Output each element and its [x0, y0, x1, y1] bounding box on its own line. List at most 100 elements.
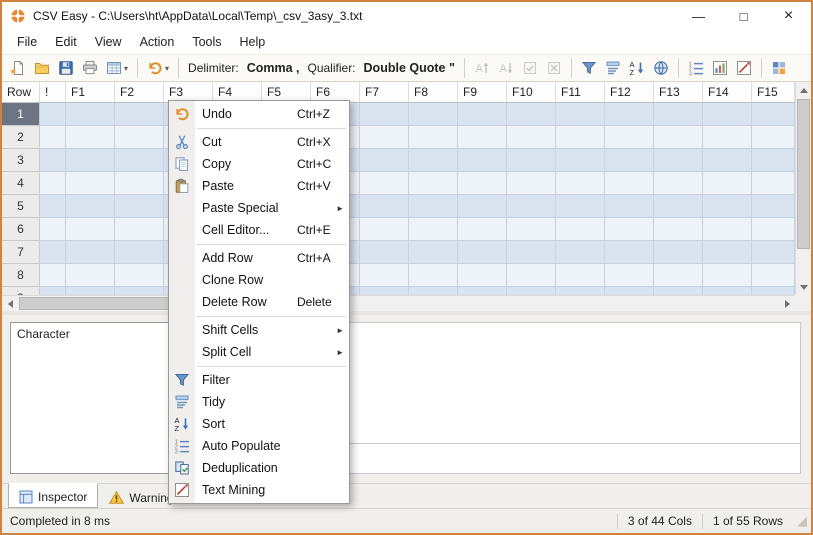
chart-button[interactable] — [709, 58, 731, 78]
translate-button[interactable] — [650, 58, 672, 78]
new-file-button[interactable] — [7, 58, 29, 78]
cell[interactable] — [360, 172, 409, 195]
row-header-5[interactable]: 5 — [2, 195, 40, 218]
cell[interactable] — [654, 264, 703, 287]
cell[interactable] — [752, 218, 795, 241]
cell[interactable] — [66, 126, 115, 149]
cell[interactable] — [115, 149, 164, 172]
cell[interactable] — [703, 218, 752, 241]
cell[interactable] — [360, 126, 409, 149]
context-cell-editor[interactable]: Cell Editor...Ctrl+E — [169, 219, 349, 241]
cell[interactable] — [507, 218, 556, 241]
cell[interactable] — [556, 218, 605, 241]
maximize-button[interactable]: □ — [721, 2, 766, 30]
cell[interactable] — [409, 241, 458, 264]
cell[interactable] — [752, 195, 795, 218]
row-header-6[interactable]: 6 — [2, 218, 40, 241]
cell[interactable] — [556, 103, 605, 126]
cell[interactable] — [703, 172, 752, 195]
cell[interactable] — [752, 126, 795, 149]
context-copy[interactable]: CopyCtrl+C — [169, 153, 349, 175]
row-header-7[interactable]: 7 — [2, 241, 40, 264]
cell[interactable] — [605, 195, 654, 218]
cell[interactable] — [605, 126, 654, 149]
undo-button[interactable]: ▾ — [144, 58, 172, 78]
scroll-left-button[interactable] — [2, 296, 18, 312]
vertical-scroll-thumb[interactable] — [797, 99, 810, 249]
cell[interactable] — [703, 195, 752, 218]
cell[interactable] — [66, 172, 115, 195]
cell[interactable] — [605, 149, 654, 172]
context-deduplication[interactable]: Deduplication — [169, 457, 349, 479]
row-header-3[interactable]: 3 — [2, 149, 40, 172]
cell[interactable] — [360, 218, 409, 241]
menu-help[interactable]: Help — [231, 32, 275, 52]
scroll-right-button[interactable] — [779, 296, 795, 312]
cell[interactable] — [66, 195, 115, 218]
cell[interactable] — [115, 126, 164, 149]
column-header-f3[interactable]: F3 — [164, 82, 213, 102]
cell[interactable] — [40, 287, 66, 295]
print-button[interactable] — [79, 58, 101, 78]
cell[interactable] — [409, 172, 458, 195]
cell[interactable] — [703, 149, 752, 172]
cell[interactable] — [556, 287, 605, 295]
cell[interactable] — [507, 103, 556, 126]
context-clone-row[interactable]: Clone Row — [169, 269, 349, 291]
cell[interactable] — [605, 264, 654, 287]
column-header-f15[interactable]: F15 — [752, 82, 795, 102]
cell[interactable] — [458, 149, 507, 172]
cell[interactable] — [654, 287, 703, 295]
column-header-f13[interactable]: F13 — [654, 82, 703, 102]
column-header-f6[interactable]: F6 — [311, 82, 360, 102]
cell[interactable] — [703, 241, 752, 264]
close-button[interactable]: × — [766, 2, 811, 30]
menu-file[interactable]: File — [8, 32, 46, 52]
horizontal-scrollbar[interactable] — [2, 295, 795, 311]
cell[interactable] — [66, 264, 115, 287]
cell[interactable] — [507, 126, 556, 149]
row-header-8[interactable]: 8 — [2, 264, 40, 287]
cell[interactable] — [360, 149, 409, 172]
cell[interactable] — [752, 241, 795, 264]
cell[interactable] — [409, 264, 458, 287]
column-header-f1[interactable]: F1 — [66, 82, 115, 102]
menu-view[interactable]: View — [86, 32, 131, 52]
context-shift-cells[interactable]: Shift Cells► — [169, 319, 349, 341]
cell[interactable] — [115, 241, 164, 264]
column-header-f4[interactable]: F4 — [213, 82, 262, 102]
filter-button[interactable] — [578, 58, 600, 78]
context-cut[interactable]: CutCtrl+X — [169, 131, 349, 153]
cell[interactable] — [556, 195, 605, 218]
cell[interactable] — [40, 241, 66, 264]
cell[interactable] — [115, 218, 164, 241]
row-header-2[interactable]: 2 — [2, 126, 40, 149]
cell[interactable] — [507, 287, 556, 295]
cell[interactable] — [115, 287, 164, 295]
cell[interactable] — [360, 287, 409, 295]
column-header-f2[interactable]: F2 — [115, 82, 164, 102]
cell[interactable] — [458, 195, 507, 218]
context-paste[interactable]: PasteCtrl+V — [169, 175, 349, 197]
cell[interactable] — [40, 103, 66, 126]
cell[interactable] — [752, 264, 795, 287]
cell[interactable] — [115, 172, 164, 195]
cell[interactable] — [66, 218, 115, 241]
sort-button[interactable]: AZ — [626, 58, 648, 78]
cell[interactable] — [409, 218, 458, 241]
cell[interactable] — [458, 126, 507, 149]
cell[interactable] — [409, 103, 458, 126]
auto-populate-button[interactable]: 123 — [685, 58, 707, 78]
column-header-f7[interactable]: F7 — [360, 82, 409, 102]
text-mining-button[interactable] — [733, 58, 755, 78]
cell[interactable] — [654, 103, 703, 126]
cell[interactable] — [654, 195, 703, 218]
cell[interactable] — [409, 195, 458, 218]
column-header-f9[interactable]: F9 — [458, 82, 507, 102]
cell[interactable] — [507, 264, 556, 287]
cell[interactable] — [654, 172, 703, 195]
cell[interactable] — [115, 103, 164, 126]
cell[interactable] — [703, 126, 752, 149]
cell[interactable] — [66, 149, 115, 172]
cell[interactable] — [752, 103, 795, 126]
